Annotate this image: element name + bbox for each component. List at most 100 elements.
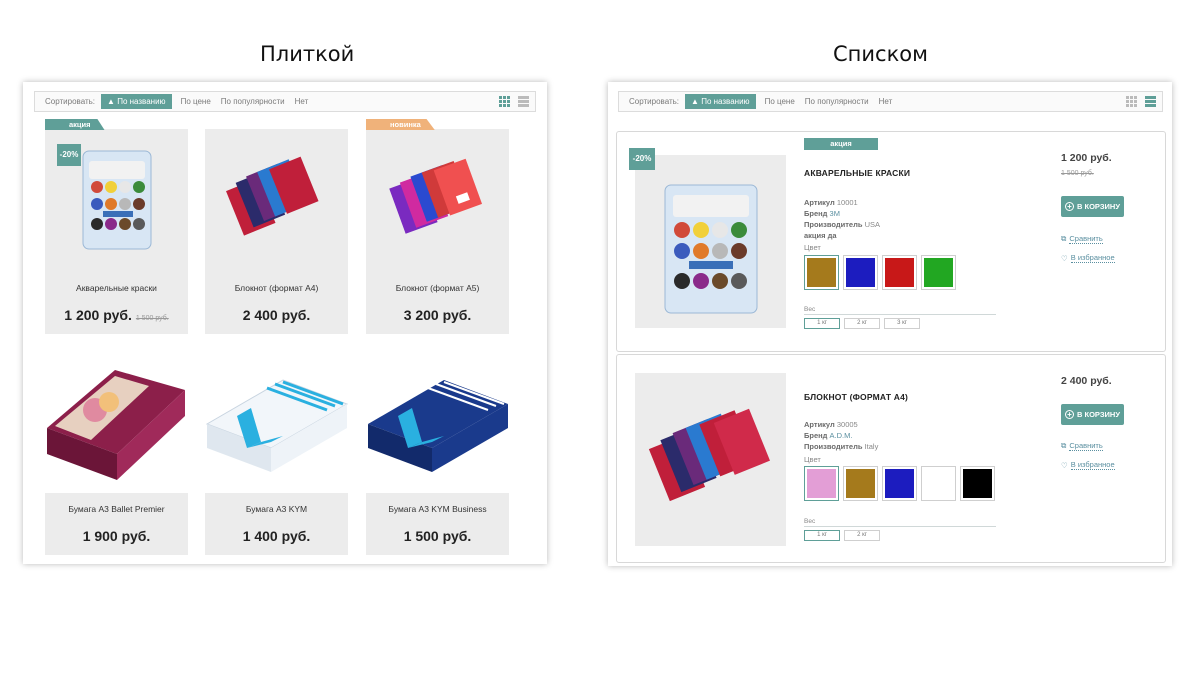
list-view-heading: Списком xyxy=(833,42,928,66)
color-swatch[interactable] xyxy=(804,466,839,501)
notebooks-a4-image xyxy=(205,129,348,272)
maker-value: Italy xyxy=(864,442,879,451)
promo-badge: акция xyxy=(804,138,878,150)
product-tile[interactable]: акция -20% Акварельные краски 1 200 руб.… xyxy=(45,119,188,334)
sort-none[interactable]: Нет xyxy=(295,97,309,106)
sort-bar: Сортировать: ▲ По названию По цене По по… xyxy=(34,91,536,112)
weight-options: 1 кг 2 кг xyxy=(804,526,996,541)
sort-none[interactable]: Нет xyxy=(879,97,893,106)
promo-row: акция да xyxy=(804,231,837,240)
product-price: 1 200 руб. xyxy=(1061,152,1112,164)
compare-label: Сравнить xyxy=(1069,234,1103,244)
product-title[interactable]: АКВАРЕЛЬНЫЕ КРАСКИ xyxy=(804,168,910,178)
sort-by-price[interactable]: По цене xyxy=(181,97,211,106)
paper-ballet-image xyxy=(45,350,188,493)
product-price: 1 400 руб. xyxy=(242,528,311,544)
brand-label: Бренд xyxy=(804,209,828,218)
add-to-cart-button[interactable]: + В КОРЗИНУ xyxy=(1061,196,1124,217)
heart-icon: ♡ xyxy=(1061,253,1068,263)
article-row: Артикул 30005 xyxy=(804,420,858,429)
notebooks-a5-image xyxy=(366,129,509,272)
product-price: 1 900 руб. xyxy=(82,528,151,544)
add-to-cart-label: В КОРЗИНУ xyxy=(1077,410,1120,419)
product-title[interactable]: БЛОКНОТ (ФОРМАТ А4) xyxy=(804,392,908,402)
color-swatch[interactable] xyxy=(960,466,995,501)
weight-option[interactable]: 2 кг xyxy=(844,318,880,329)
add-to-cart-label: В КОРЗИНУ xyxy=(1077,202,1120,211)
product-name[interactable]: Бумага А3 KYM Business xyxy=(366,504,509,514)
price-value: 1 200 руб. xyxy=(64,307,132,323)
compare-link[interactable]: ⧉ Сравнить xyxy=(1061,441,1103,451)
product-tile[interactable]: новинка Блокнот (формат А5) 3 200 руб. xyxy=(366,119,509,334)
sort-by-name[interactable]: ▲ По названию xyxy=(101,94,172,109)
brand-row: Бренд A.D.M. xyxy=(804,431,852,440)
color-swatch[interactable] xyxy=(882,255,917,290)
article-label: Артикул xyxy=(804,198,835,207)
product-tile[interactable]: Бумага А3 KYM 1 400 руб. xyxy=(205,350,349,555)
favorite-label: В избранное xyxy=(1070,460,1115,470)
add-to-cart-button[interactable]: + В КОРЗИНУ xyxy=(1061,404,1124,425)
weight-option[interactable]: 1 кг xyxy=(804,530,840,541)
color-swatch[interactable] xyxy=(921,255,956,290)
product-card: БЛОКНОТ (ФОРМАТ А4) Артикул 30005 Бренд … xyxy=(616,354,1166,563)
maker-row: Производитель USA xyxy=(804,220,880,229)
paper-kym-image xyxy=(205,350,349,493)
sort-by-name-label: По названию xyxy=(117,97,166,106)
product-name[interactable]: Блокнот (формат А5) xyxy=(366,283,509,293)
compare-icon: ⧉ xyxy=(1061,234,1067,243)
product-tile[interactable]: Бумага А3 KYM Business 1 500 руб. xyxy=(366,350,509,555)
notebooks-a4-image[interactable] xyxy=(635,373,786,546)
color-swatch[interactable] xyxy=(843,255,878,290)
product-tile[interactable]: Бумага А3 Ballet Premier 1 900 руб. xyxy=(45,350,188,555)
article-value: 30005 xyxy=(836,420,858,429)
list-view-icon[interactable] xyxy=(1145,96,1156,107)
color-swatch[interactable] xyxy=(921,466,956,501)
brand-label: Бренд xyxy=(804,431,828,440)
sort-by-name[interactable]: ▲ По названию xyxy=(685,94,756,109)
favorite-label: В избранное xyxy=(1070,253,1115,263)
sort-by-popularity[interactable]: По популярности xyxy=(221,97,285,106)
discount-badge: -20% xyxy=(629,148,655,170)
weight-option[interactable]: 3 кг xyxy=(884,318,920,329)
color-swatch[interactable] xyxy=(804,255,839,290)
list-view-icon[interactable] xyxy=(518,96,529,107)
tile-view-panel: Сортировать: ▲ По названию По цене По по… xyxy=(23,82,547,564)
sort-label: Сортировать: xyxy=(629,97,680,106)
weight-option[interactable]: 2 кг xyxy=(844,530,880,541)
favorite-link[interactable]: ♡ В избранное xyxy=(1061,253,1115,263)
grid-view-icon[interactable] xyxy=(1126,96,1137,107)
product-name[interactable]: Акварельные краски xyxy=(45,283,188,293)
product-price: 3 200 руб. xyxy=(403,307,472,323)
list-view-panel: Сортировать: ▲ По названию По цене По по… xyxy=(608,82,1172,566)
maker-label: Производитель xyxy=(804,442,863,451)
color-swatch[interactable] xyxy=(882,466,917,501)
product-name[interactable]: Бумага А3 Ballet Premier xyxy=(45,504,188,514)
product-card: акция -20% АКВАРЕЛЬНЫЕ КРАСКИ Артикул 10… xyxy=(616,131,1166,352)
brand-link[interactable]: A.D.M. xyxy=(830,431,853,440)
grid-view-icon[interactable] xyxy=(499,96,510,107)
compare-link[interactable]: ⧉ Сравнить xyxy=(1061,234,1103,244)
watercolor-paints-image[interactable] xyxy=(635,155,786,328)
maker-value: USA xyxy=(864,220,880,229)
sort-by-price[interactable]: По цене xyxy=(765,97,795,106)
product-name[interactable]: Бумага А3 KYM xyxy=(205,504,348,514)
product-tile[interactable]: Блокнот (формат А4) 2 400 руб. xyxy=(205,129,348,334)
sort-label: Сортировать: xyxy=(45,97,96,106)
compare-label: Сравнить xyxy=(1069,441,1103,451)
color-label: Цвет xyxy=(804,243,821,252)
paper-kym-business-image xyxy=(366,350,509,493)
weight-option[interactable]: 1 кг xyxy=(804,318,840,329)
product-price: 2 400 руб. xyxy=(1061,375,1112,387)
color-swatch[interactable] xyxy=(843,466,878,501)
article-row: Артикул 10001 xyxy=(804,198,858,207)
sort-arrow-icon: ▲ xyxy=(691,97,699,106)
article-value: 10001 xyxy=(836,198,858,207)
weight-label: Вес xyxy=(804,306,816,313)
product-name[interactable]: Блокнот (формат А4) xyxy=(205,283,348,293)
favorite-link[interactable]: ♡ В избранное xyxy=(1061,460,1115,470)
color-swatches xyxy=(804,255,956,290)
sort-by-popularity[interactable]: По популярности xyxy=(805,97,869,106)
plus-circle-icon: + xyxy=(1065,202,1074,211)
sort-bar: Сортировать: ▲ По названию По цене По по… xyxy=(618,91,1163,112)
brand-link[interactable]: 3M xyxy=(830,209,840,218)
